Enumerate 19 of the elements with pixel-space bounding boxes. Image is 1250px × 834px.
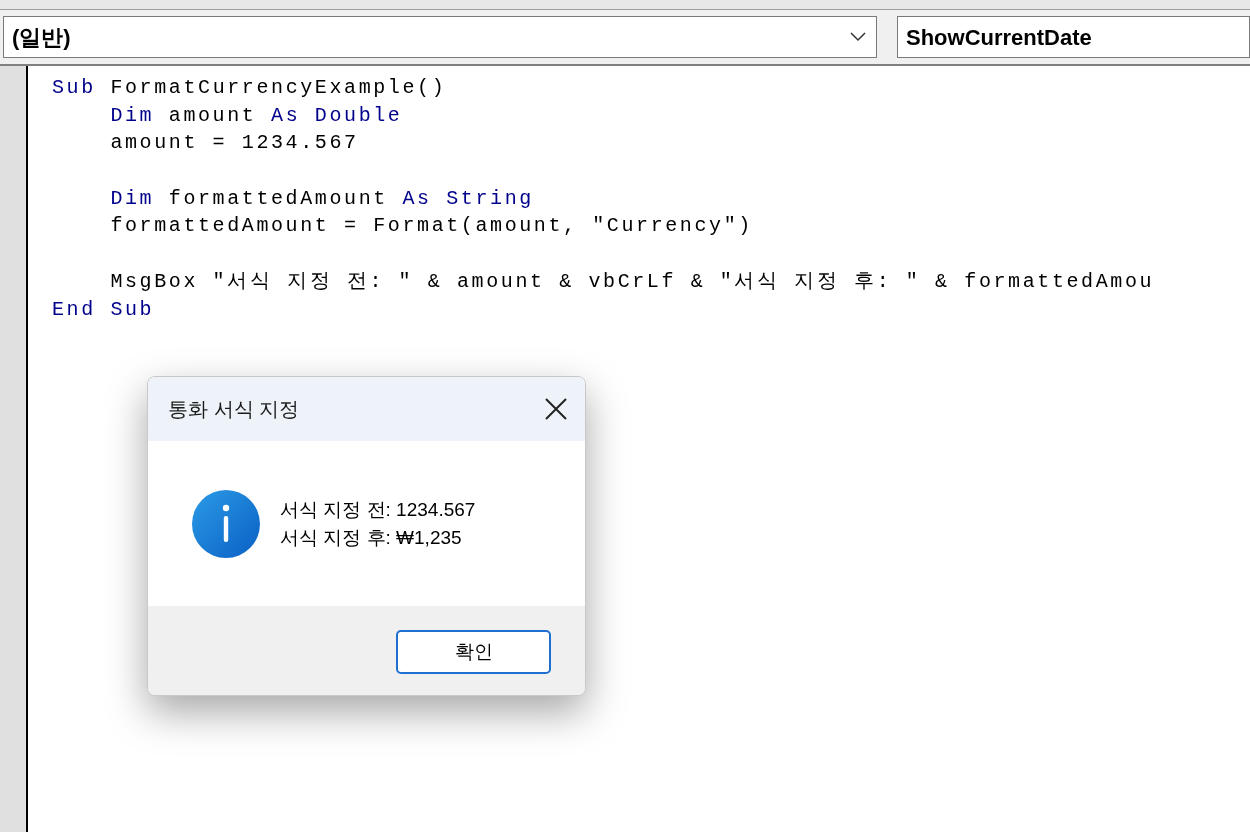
code-line: Sub FormatCurrencyExample() [52,75,448,101]
dialog-title: 통화 서식 지정 [168,397,300,422]
info-icon [192,489,260,558]
object-dropdown[interactable]: (일반) [3,16,877,58]
message-text: 서식 지정 후: ₩1,235 [280,525,463,550]
ok-button[interactable]: 확인 [396,630,551,674]
code-line: MsgBox "서식 지정 전: " & amount & vbCrLf & "서식 지정 후: " & formattedAmou [110,268,1156,295]
code-line: Dim formattedAmount As String [110,185,535,212]
horizontal-scrollbar[interactable] [0,0,1250,10]
code-line: formattedAmount = Format(amount, "Currency") [110,213,754,240]
procedure-dropdown[interactable]: ShowCurrentDate [897,16,1250,58]
code-line: amount = 1234.567 [110,130,360,157]
close-icon[interactable] [545,398,567,420]
code-line: Dim amount As Double [110,102,404,129]
object-dropdown-value: (일반) [12,23,71,52]
procedure-dropdown-value: ShowCurrentDate [906,23,1092,52]
message-text: 서식 지정 전: 1234.567 [280,497,476,522]
code-line: End Sub [52,296,156,323]
chevron-down-icon [850,32,866,42]
